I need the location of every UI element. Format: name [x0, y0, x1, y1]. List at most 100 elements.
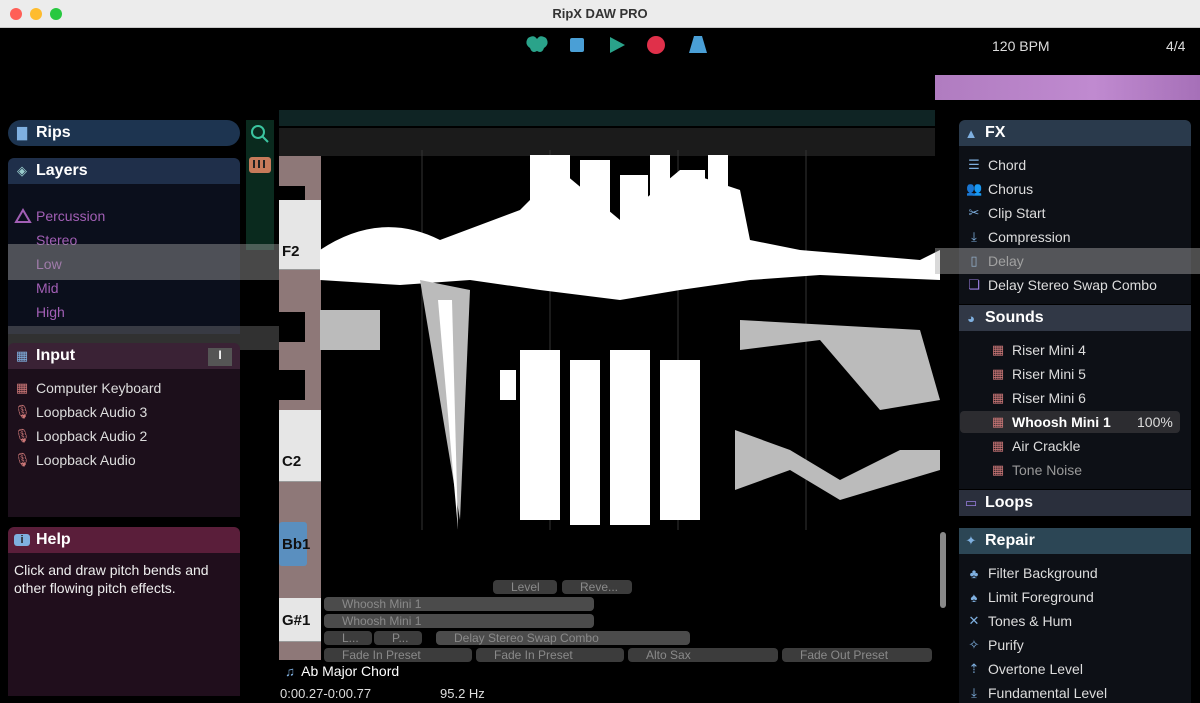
layers-label: Layers	[36, 162, 88, 179]
help-panel-header[interactable]: i Help	[8, 527, 240, 553]
layers-panel-header[interactable]: ◈ Layers	[8, 158, 240, 184]
sound-item-riser-mini-4[interactable]: ▦ Riser Mini 4	[990, 342, 1086, 358]
record-button[interactable]	[646, 35, 666, 55]
piano-icon: ▦	[991, 414, 1005, 429]
sound-item-air-crackle[interactable]: ▦ Air Crackle	[990, 438, 1081, 454]
piano-key-black[interactable]	[279, 370, 305, 400]
drag-overlay-bar	[935, 248, 1200, 274]
clip-l[interactable]: L...	[324, 631, 372, 645]
clip-delay-stereo-swap-combo[interactable]: Delay Stereo Swap Combo	[436, 631, 690, 645]
clip-level[interactable]: Level	[493, 580, 557, 594]
clip-fade-in-preset-b[interactable]: Fade In Preset	[476, 648, 624, 662]
layer-item-percussion[interactable]: Percussion	[36, 208, 105, 224]
piano-icon: ▦	[991, 366, 1005, 381]
input-item-computer-keyboard[interactable]: ▦ Computer Keyboard	[14, 380, 161, 396]
keyboard-icon: ▦	[15, 348, 29, 363]
search-icon[interactable]	[250, 124, 270, 144]
stop-button[interactable]	[570, 38, 584, 52]
clip-fade-out-preset[interactable]: Fade Out Preset	[782, 648, 932, 662]
repair-item-filter-background[interactable]: ♣ Filter Background	[966, 565, 1098, 581]
close-icon: ✕	[968, 613, 980, 628]
tempo-display[interactable]: 120 BPM	[992, 38, 1050, 54]
text-cursor-icon[interactable]: I	[208, 348, 232, 366]
input-panel-header[interactable]: ▦ Input I	[8, 343, 240, 369]
key-label-bb1: Bb1	[282, 536, 311, 553]
folder-icon: ▇	[17, 125, 27, 140]
help-label: Help	[36, 531, 71, 548]
input-item-loopback-3[interactable]: 🎙 Loopback Audio 3	[14, 404, 147, 420]
clip-whoosh-mini-1-a[interactable]: Whoosh Mini 1	[324, 597, 594, 611]
repair-item-purify[interactable]: ✧ Purify	[966, 637, 1024, 653]
keyboard-icon: ▦	[15, 380, 29, 395]
bell-icon: ♠	[970, 589, 978, 605]
microphone-icon: 🎙	[14, 428, 31, 443]
combo-icon: ❏	[968, 277, 980, 292]
sound-volume-percent[interactable]: 100%	[1137, 414, 1173, 430]
drag-overlay-bar	[8, 244, 280, 280]
arrow-up-icon: ⇡	[968, 661, 980, 676]
clip-alto-sax[interactable]: Alto Sax	[628, 648, 778, 662]
piano-icon[interactable]	[248, 156, 272, 174]
sounds-panel-header[interactable]: ◕ Sounds	[959, 305, 1191, 331]
vertical-scrollbar[interactable]	[940, 532, 946, 608]
repair-item-tones-hum[interactable]: ✕ Tones & Hum	[966, 613, 1073, 629]
piano-key-black[interactable]	[279, 312, 305, 342]
time-range-readout: 0:00.27-0:00.77	[280, 686, 372, 701]
timeline-ruler[interactable]	[279, 110, 935, 126]
chord-icon: ☰	[968, 157, 980, 172]
rips-label: Rips	[36, 124, 71, 141]
fx-panel-header[interactable]: ▲ FX	[959, 120, 1191, 146]
rips-panel-header[interactable]: ▇ Rips	[8, 120, 240, 146]
title-bar: RipX DAW PRO	[0, 0, 1200, 28]
microphone-icon: 🎙	[14, 404, 31, 419]
overview-bar[interactable]	[935, 75, 1200, 100]
repair-item-overtone-level[interactable]: ⇡ Overtone Level	[966, 661, 1083, 677]
microphone-icon: 🎙	[14, 452, 31, 467]
loops-panel-header[interactable]: ▭ Loops	[959, 490, 1191, 516]
clip-p[interactable]: P...	[374, 631, 422, 645]
scissors-icon: ✂	[968, 205, 980, 220]
piano-icon: ▦	[991, 342, 1005, 357]
triangle-icon: ▲	[964, 125, 978, 141]
palette-icon: ◕	[967, 310, 975, 326]
fx-item-compression[interactable]: ⤓ Compression	[966, 229, 1070, 245]
metronome-icon[interactable]	[688, 36, 708, 54]
trees-icon: ♣	[969, 565, 979, 581]
repair-item-limit-foreground[interactable]: ♠ Limit Foreground	[966, 589, 1094, 605]
key-label-c2: C2	[282, 453, 302, 470]
magic-wand-icon: ✦	[965, 533, 977, 548]
pitch-blob-display[interactable]	[320, 150, 940, 540]
key-label-g-sharp-1: G#1	[282, 612, 311, 629]
clip-fade-in-preset-a[interactable]: Fade In Preset	[324, 648, 472, 662]
layer-item-mid[interactable]: Mid	[36, 280, 59, 296]
input-item-loopback-2[interactable]: 🎙 Loopback Audio 2	[14, 428, 147, 444]
clip-whoosh-mini-1-b[interactable]: Whoosh Mini 1	[324, 614, 594, 628]
fx-item-clip-start[interactable]: ✂ Clip Start	[966, 205, 1046, 221]
repair-panel-header[interactable]: ✦ Repair	[959, 528, 1191, 554]
sound-item-tone-noise[interactable]: ▦ Tone Noise	[990, 462, 1082, 478]
info-icon: i	[14, 534, 30, 546]
piano-key-c2[interactable]	[279, 410, 321, 482]
sound-item-whoosh-mini-1[interactable]: ▦ Whoosh Mini 1	[990, 414, 1111, 430]
compress-icon: ⤓	[971, 229, 977, 244]
frequency-readout: 95.2 Hz	[440, 686, 485, 701]
piano-icon: ▦	[991, 462, 1005, 477]
repair-item-fundamental-level[interactable]: ⤓ Fundamental Level	[966, 685, 1107, 701]
sound-item-riser-mini-6[interactable]: ▦ Riser Mini 6	[990, 390, 1086, 406]
music-note-icon: ♫	[285, 664, 295, 679]
piano-icon: ▦	[991, 438, 1005, 453]
input-item-loopback[interactable]: 🎙 Loopback Audio	[14, 452, 136, 468]
sound-item-riser-mini-5[interactable]: ▦ Riser Mini 5	[990, 366, 1086, 382]
layers-icon: ◈	[17, 163, 27, 178]
arrow-down-icon: ⤓	[971, 685, 977, 700]
fx-item-chorus[interactable]: 👥 Chorus	[966, 181, 1033, 197]
time-signature-display[interactable]: 4/4	[1166, 38, 1185, 54]
play-button[interactable]	[608, 36, 626, 54]
clip-reverb[interactable]: Reve...	[562, 580, 632, 594]
piano-icon: ▦	[991, 390, 1005, 405]
layer-item-high[interactable]: High	[36, 304, 65, 320]
fx-item-chord[interactable]: ☰ Chord	[966, 157, 1026, 173]
percussion-icon	[14, 208, 32, 223]
fx-item-delay-stereo-swap-combo[interactable]: ❏ Delay Stereo Swap Combo	[966, 277, 1157, 293]
brain-icon[interactable]	[524, 34, 550, 56]
